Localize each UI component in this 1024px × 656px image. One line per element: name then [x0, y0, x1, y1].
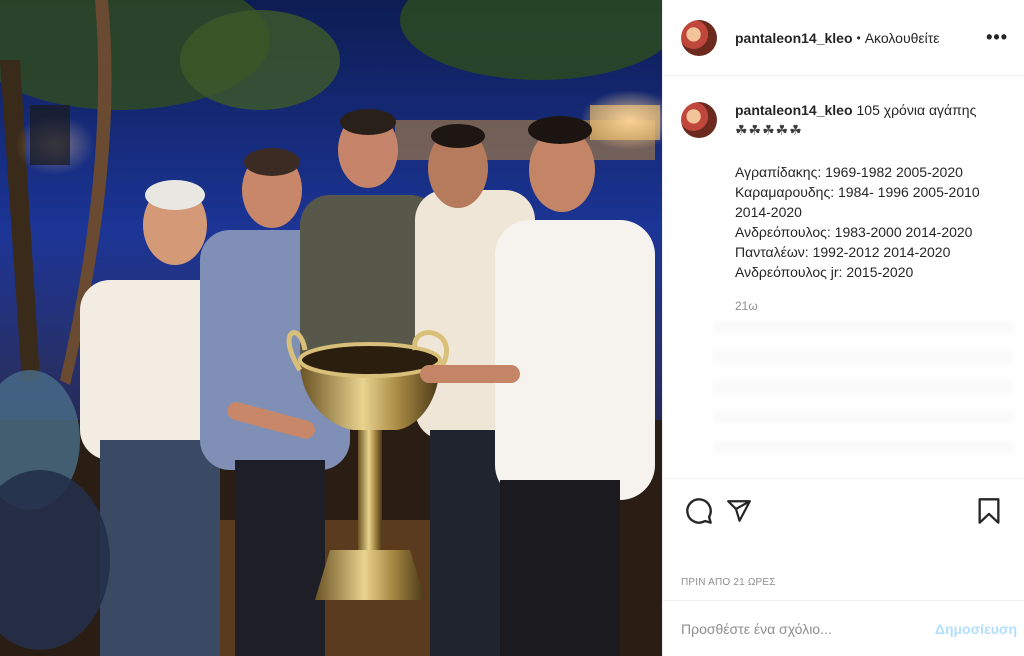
faded-comments [713, 320, 1013, 470]
caption-avatar[interactable] [681, 102, 717, 138]
publish-button[interactable]: Δημοσίευση [935, 621, 1017, 637]
caption-text: 105 χρόνια αγάπης [856, 102, 977, 118]
post-photo[interactable] [0, 0, 662, 656]
clover-symbols: ☘☘☘☘☘ [735, 122, 803, 138]
post-caption: pantaleon14_kleo 105 χρόνια αγάπης ☘☘☘☘☘ … [681, 100, 1011, 316]
comment-icon[interactable] [679, 491, 719, 531]
post-timestamp[interactable]: ΠΡΙΝ ΑΠΟ 21 ΩΡΕΣ [681, 577, 776, 588]
caption-lines: Αγραπίδακης: 1969-1982 2005-2020 Καραμαρ… [735, 162, 1011, 282]
author-username[interactable]: pantaleon14_kleo [735, 30, 853, 46]
bookmark-icon[interactable] [969, 491, 1009, 531]
separator-dot: • [856, 30, 861, 45]
caption-line: Καραμαρουδης: 1984- 1996 2005-2010 2014-… [735, 184, 984, 220]
author-avatar[interactable] [681, 19, 717, 56]
more-options-icon[interactable]: ••• [986, 27, 1008, 48]
post-actions: ΠΡΙΝ ΑΠΟ 21 ΩΡΕΣ [663, 478, 1024, 600]
comment-input[interactable] [681, 620, 935, 637]
post-sidebar: pantaleon14_kleo • Ακολουθείτε ••• panta… [662, 0, 1024, 656]
caption-line: Ανδρεόπουλος: 1983-2000 2014-2020 [735, 224, 973, 240]
caption-time-ago: 21ω [735, 299, 758, 313]
caption-body: pantaleon14_kleo 105 χρόνια αγάπης ☘☘☘☘☘ … [735, 100, 1011, 316]
photo-illustration [0, 0, 662, 656]
caption-line: Αγραπίδακης: 1969-1982 2005-2020 [735, 164, 963, 180]
comment-form: Δημοσίευση [663, 600, 1024, 656]
follow-status-button[interactable]: Ακολουθείτε [865, 30, 940, 46]
post-header: pantaleon14_kleo • Ακολουθείτε ••• [663, 0, 1024, 76]
caption-username[interactable]: pantaleon14_kleo [735, 102, 853, 118]
share-icon[interactable] [719, 491, 759, 531]
caption-line: Ανδρεόπουλος jr: 2015-2020 [735, 264, 914, 280]
caption-line: Πανταλέων: 1992-2012 2014-2020 [735, 244, 951, 260]
